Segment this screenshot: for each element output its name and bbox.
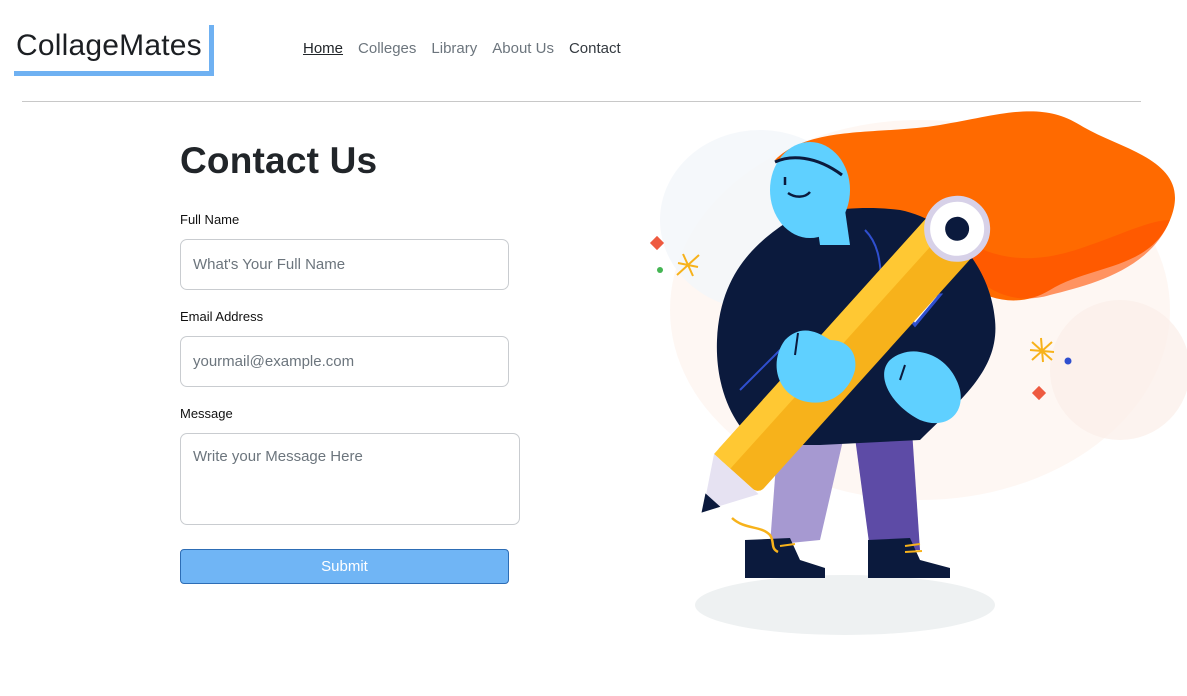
message-textarea[interactable] bbox=[180, 433, 520, 525]
woman-holding-pencil-illustration bbox=[649, 111, 1187, 635]
message-label: Message bbox=[180, 406, 233, 421]
nav-home[interactable]: Home bbox=[303, 40, 343, 57]
nav-colleges[interactable]: Colleges bbox=[358, 40, 416, 57]
nav-contact[interactable]: Contact bbox=[569, 40, 621, 57]
brand-logo[interactable]: CollageMates bbox=[16, 29, 202, 63]
logo-box[interactable]: CollageMates bbox=[14, 25, 214, 76]
nav-about-us[interactable]: About Us bbox=[492, 40, 554, 57]
full-name-label: Full Name bbox=[180, 212, 240, 227]
nav-library[interactable]: Library bbox=[431, 40, 477, 57]
email-input[interactable] bbox=[180, 336, 509, 387]
email-label: Email Address bbox=[180, 309, 264, 324]
page-title: Contact Us bbox=[180, 140, 378, 181]
submit-button[interactable]: Submit bbox=[180, 549, 509, 584]
contact-form: Contact Us Full Name Email Address Messa… bbox=[180, 140, 525, 584]
full-name-input[interactable] bbox=[180, 239, 509, 290]
main-nav: Home Colleges Library About Us Contact bbox=[303, 40, 621, 57]
